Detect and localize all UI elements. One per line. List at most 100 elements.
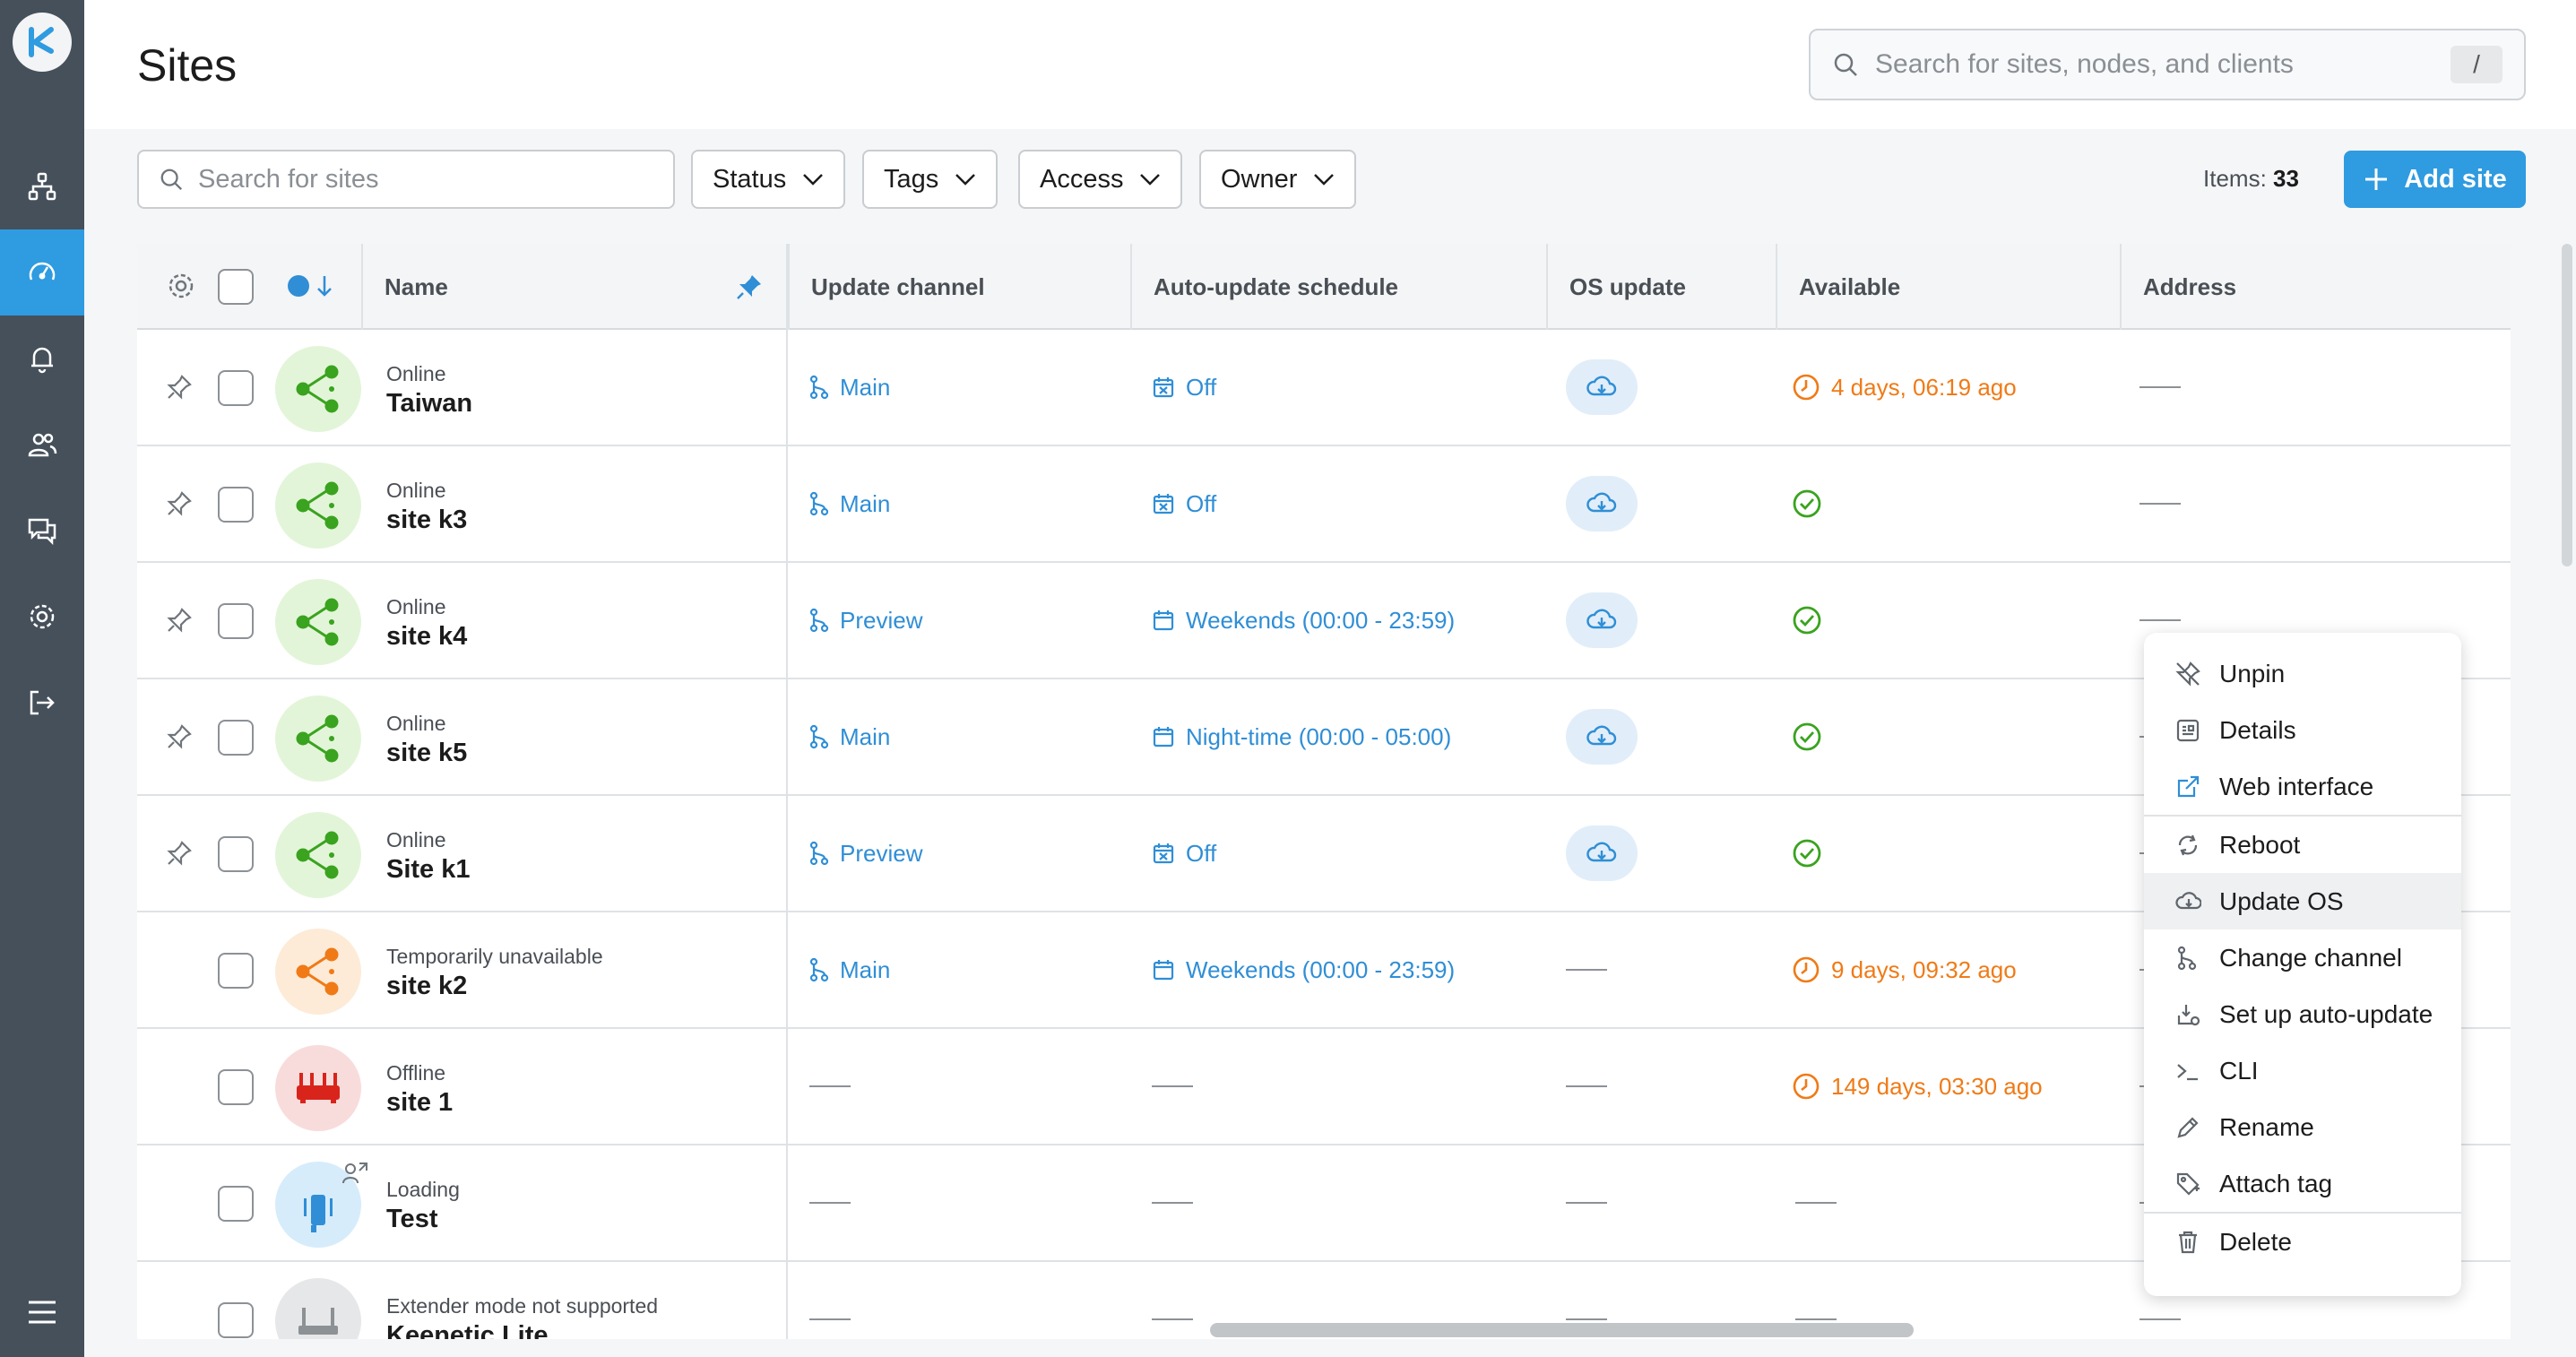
site-avatar-online-icon <box>275 696 361 782</box>
menu-item-web-interface[interactable]: Web interface <box>2144 758 2461 815</box>
select-all-checkbox[interactable] <box>218 269 254 305</box>
nav-users-icon[interactable] <box>0 402 84 488</box>
auto-update-schedule-link[interactable]: Off <box>1152 840 1216 868</box>
pin-icon[interactable] <box>166 563 193 678</box>
row-checkbox[interactable] <box>218 603 254 639</box>
auto-update-schedule-link[interactable]: Off <box>1152 490 1216 518</box>
schedule-value: Weekends (00:00 - 23:59) <box>1186 955 1456 983</box>
row-checkbox[interactable] <box>218 1186 254 1222</box>
site-name[interactable]: site k2 <box>386 972 467 1001</box>
site-status: Online <box>386 828 446 851</box>
menu-item-cli[interactable]: CLI <box>2144 1042 2461 1099</box>
table-row[interactable]: Online site k3 Main Off <box>137 446 2511 563</box>
column-header-name[interactable]: Name <box>361 244 788 330</box>
site-search-input[interactable]: Search for sites <box>137 150 675 209</box>
table-row[interactable]: Online Taiwan Main Off 4 days, 06:19 ago <box>137 330 2511 446</box>
row-checkbox[interactable] <box>218 1069 254 1105</box>
column-header-available[interactable]: Available <box>1776 244 2120 330</box>
column-settings-gear-icon[interactable] <box>166 271 196 306</box>
filter-owner-dropdown[interactable]: Owner <box>1199 150 1357 209</box>
os-update-cloud-download-icon[interactable] <box>1566 476 1638 532</box>
external-link-icon <box>2177 775 2200 797</box>
column-header-os-update[interactable]: OS update <box>1546 244 1776 330</box>
nav-logout-icon[interactable] <box>0 660 84 746</box>
row-checkbox[interactable] <box>218 836 254 872</box>
filter-status-dropdown[interactable]: Status <box>691 150 846 209</box>
status-sort-toggle[interactable] <box>288 274 333 298</box>
menu-hamburger-icon[interactable] <box>0 1285 84 1339</box>
auto-update-schedule-link[interactable]: Weekends (00:00 - 23:59) <box>1152 607 1455 635</box>
reboot-icon <box>2178 834 2198 855</box>
menu-item-delete[interactable]: Delete <box>2144 1214 2461 1270</box>
pin-icon[interactable] <box>166 679 193 794</box>
column-header-address[interactable]: Address <box>2120 244 2511 330</box>
update-channel-link[interactable]: Main <box>809 956 890 984</box>
column-header-auto-update-schedule[interactable]: Auto-update schedule <box>1130 244 1546 330</box>
update-channel-link[interactable]: Preview <box>809 840 922 868</box>
os-update-cloud-download-icon[interactable] <box>1566 359 1638 415</box>
menu-item-rename[interactable]: Rename <box>2144 1099 2461 1155</box>
menu-item-details[interactable]: Details <box>2144 702 2461 758</box>
nav-dashboard-icon[interactable] <box>0 229 84 315</box>
filter-access-dropdown[interactable]: Access <box>1018 150 1183 209</box>
menu-item-set-up-auto-update[interactable]: Set up auto-update <box>2144 986 2461 1042</box>
keenetic-logo[interactable] <box>13 13 72 72</box>
menu-item-label: Rename <box>2219 1112 2314 1141</box>
os-update-cloud-download-icon[interactable] <box>1566 592 1638 648</box>
row-checkbox[interactable] <box>218 720 254 756</box>
site-avatar-extender-icon <box>275 1278 361 1339</box>
filter-tags-dropdown[interactable]: Tags <box>862 150 998 209</box>
menu-item-reboot[interactable]: Reboot <box>2144 817 2461 873</box>
site-avatar-temp-icon <box>275 929 361 1015</box>
menu-item-update-os[interactable]: Update OS <box>2144 873 2461 929</box>
pin-icon[interactable] <box>166 446 193 561</box>
pin-icon[interactable] <box>166 330 193 445</box>
site-name[interactable]: Site k1 <box>386 855 471 885</box>
available-value: 9 days, 09:32 ago <box>1831 955 2017 983</box>
column-header-update-channel[interactable]: Update channel <box>788 244 1130 330</box>
nav-settings-icon[interactable] <box>0 574 84 660</box>
menu-item-unpin[interactable]: Unpin <box>2144 645 2461 702</box>
menu-item-attach-tag[interactable]: Attach tag <box>2144 1155 2461 1212</box>
site-name[interactable]: Test <box>386 1205 437 1234</box>
os-update-cloud-download-icon[interactable] <box>1566 825 1638 881</box>
available-warning: 4 days, 06:19 ago <box>1792 373 2017 402</box>
available-value: 149 days, 03:30 ago <box>1831 1072 2043 1100</box>
update-channel-link[interactable]: Main <box>809 374 890 402</box>
nav-notifications-icon[interactable] <box>0 315 84 402</box>
global-search-input[interactable]: Search for sites, nodes, and clients / <box>1809 29 2526 100</box>
menu-item-label: Web interface <box>2219 772 2374 800</box>
site-avatar-online-icon <box>275 579 361 665</box>
row-checkbox[interactable] <box>218 370 254 406</box>
row-checkbox[interactable] <box>218 953 254 989</box>
menu-item-label: Delete <box>2219 1227 2292 1256</box>
auto-update-schedule-link[interactable]: Night-time (00:00 - 05:00) <box>1152 723 1451 751</box>
auto-update-schedule-link[interactable]: Off <box>1152 374 1216 402</box>
site-name[interactable]: site k5 <box>386 739 467 768</box>
update-channel-link[interactable]: Preview <box>809 607 922 635</box>
update-channel-link[interactable]: Main <box>809 490 890 518</box>
pin-icon[interactable] <box>166 796 193 911</box>
update-channel-link[interactable]: Main <box>809 723 890 751</box>
row-checkbox[interactable] <box>218 1302 254 1338</box>
site-name[interactable]: site 1 <box>386 1088 453 1118</box>
name-column-divider <box>786 244 788 1339</box>
auto-update-schedule-link[interactable]: Weekends (00:00 - 23:59) <box>1152 956 1455 984</box>
pin-column-icon[interactable] <box>736 273 763 300</box>
vertical-scrollbar[interactable] <box>2562 244 2572 566</box>
site-name[interactable]: site k4 <box>386 622 467 652</box>
site-name[interactable]: Taiwan <box>386 389 472 419</box>
empty-dash <box>809 1202 851 1204</box>
os-update-cloud-download-icon[interactable] <box>1566 709 1638 765</box>
horizontal-scrollbar[interactable] <box>1210 1323 1914 1337</box>
update-channel-value: Main <box>840 373 891 401</box>
nav-messages-icon[interactable] <box>0 488 84 574</box>
empty-dash <box>809 1085 851 1087</box>
site-name[interactable]: site k3 <box>386 506 467 535</box>
add-site-button[interactable]: Add site <box>2344 151 2526 208</box>
row-checkbox[interactable] <box>218 487 254 523</box>
menu-item-change-channel[interactable]: Change channel <box>2144 929 2461 986</box>
nav-network-icon[interactable] <box>0 143 84 229</box>
site-name[interactable]: Keenetic Lite <box>386 1321 549 1339</box>
menu-item-label: Unpin <box>2219 659 2286 687</box>
